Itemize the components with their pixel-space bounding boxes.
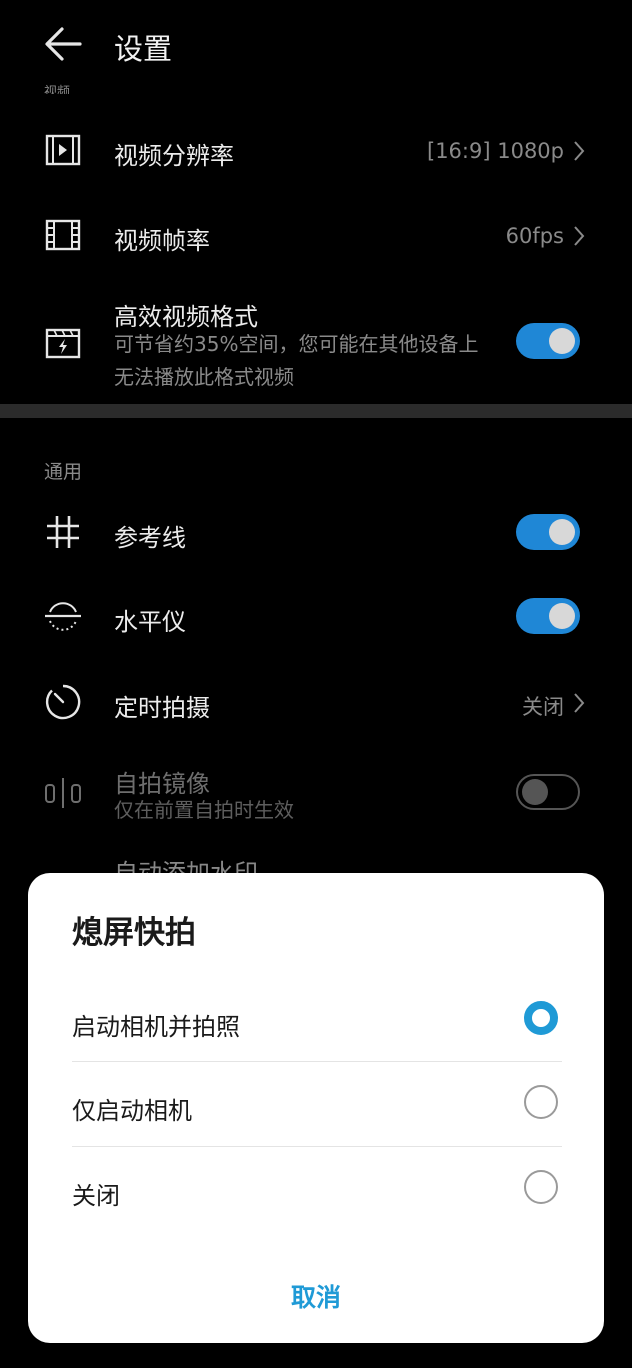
setting-label-partial: 自动添加水印 — [114, 860, 258, 874]
grid-lines-toggle[interactable] — [516, 514, 580, 550]
toggle-knob — [549, 603, 575, 629]
chevron-right-icon — [574, 693, 585, 713]
section-label-general: 通用 — [44, 461, 83, 483]
option-separator — [72, 1061, 562, 1062]
setting-efficient-format[interactable]: 高效视频格式 可节省约35%空间，您可能在其他设备上无法播放此格式视频 — [0, 290, 632, 400]
app-header: 设置 视频 — [0, 0, 632, 94]
video-resolution-icon — [45, 134, 81, 166]
setting-level[interactable]: 水平仪 — [0, 576, 632, 656]
setting-value: 关闭 — [522, 695, 564, 719]
cancel-button[interactable]: 取消 — [28, 1278, 604, 1314]
setting-value: 60fps — [505, 224, 564, 248]
radio-unselected-icon[interactable] — [524, 1085, 558, 1119]
mirror-icon — [45, 778, 81, 808]
setting-label: 定时拍摄 — [114, 694, 210, 722]
setting-label: 视频分辨率 — [114, 142, 234, 170]
chevron-right-icon — [574, 141, 585, 161]
selfie-mirror-toggle[interactable] — [516, 774, 580, 810]
setting-label: 水平仪 — [114, 608, 186, 636]
setting-label: 视频帧率 — [114, 227, 210, 255]
setting-description: 仅在前置自拍时生效 — [114, 798, 294, 822]
radio-selected-icon[interactable] — [524, 1001, 558, 1035]
level-icon — [45, 602, 81, 631]
setting-grid-lines[interactable]: 参考线 — [0, 492, 632, 572]
setting-timer[interactable]: 定时拍摄 关闭 — [0, 660, 632, 744]
dialog-title: 熄屏快拍 — [72, 915, 196, 951]
setting-video-framerate[interactable]: 视频帧率 60fps — [0, 195, 632, 275]
grid-icon — [47, 516, 79, 548]
level-toggle[interactable] — [516, 598, 580, 634]
hevc-format-icon — [45, 328, 81, 359]
back-arrow-icon[interactable] — [42, 24, 86, 64]
setting-video-resolution[interactable]: 视频分辨率 [16:9] 1080p — [0, 110, 632, 190]
page-title: 设置 — [114, 32, 173, 66]
setting-label: 高效视频格式 — [114, 303, 258, 331]
section-divider — [0, 404, 632, 418]
option-separator — [72, 1146, 562, 1147]
option-label: 启动相机并拍照 — [72, 1013, 240, 1041]
toggle-knob — [522, 779, 548, 805]
dialog-option-off[interactable]: 关闭 — [28, 1148, 604, 1232]
efficient-format-toggle[interactable] — [516, 323, 580, 359]
option-label: 关闭 — [72, 1182, 120, 1210]
toggle-knob — [549, 519, 575, 545]
dialog-option-launch-only[interactable]: 仅启动相机 — [28, 1063, 604, 1147]
film-strip-icon — [45, 219, 81, 251]
dialog-option-launch-and-shoot[interactable]: 启动相机并拍照 — [28, 979, 604, 1063]
setting-value: [16:9] 1080p — [427, 139, 564, 163]
timer-icon — [45, 684, 81, 720]
toggle-knob — [549, 328, 575, 354]
option-label: 仅启动相机 — [72, 1097, 192, 1125]
section-label-video: 视频 — [44, 85, 71, 94]
radio-unselected-icon[interactable] — [524, 1170, 558, 1204]
setting-description: 可节省约35%空间，您可能在其他设备上无法播放此格式视频 — [114, 332, 479, 389]
setting-selfie-mirror[interactable]: 自拍镜像 仅在前置自拍时生效 — [0, 752, 632, 842]
chevron-right-icon — [574, 226, 585, 246]
setting-label: 参考线 — [114, 524, 186, 552]
snapshot-dialog: 熄屏快拍 启动相机并拍照 仅启动相机 关闭 取消 — [28, 873, 604, 1343]
